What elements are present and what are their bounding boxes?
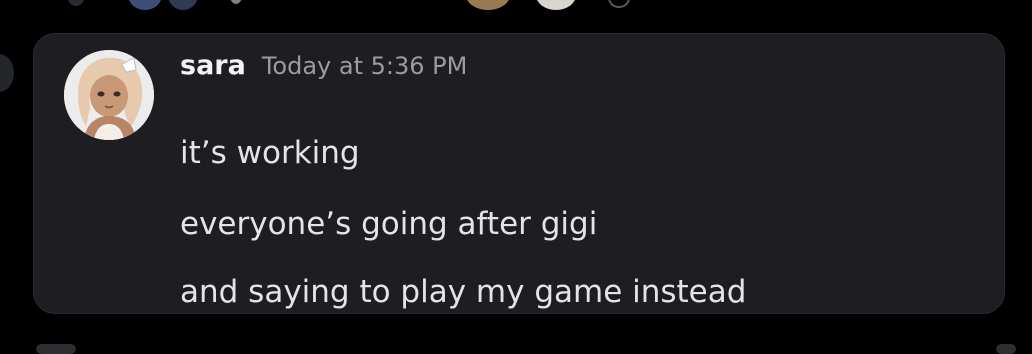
cropped-element — [36, 344, 76, 354]
message-line: it’s working — [180, 135, 360, 171]
message-timestamp: Today at 5:36 PM — [261, 52, 468, 80]
cropped-avatar-icon — [128, 0, 162, 10]
cropped-avatar-icon — [0, 54, 14, 92]
cropped-reactions-row — [0, 0, 1032, 20]
message-card[interactable]: sara Today at 5:36 PM it’s working everyo… — [33, 33, 1005, 314]
message-header: sara Today at 5:36 PM — [180, 50, 467, 81]
cropped-avatar-icon — [466, 0, 510, 10]
message-line: everyone’s going after gigi — [180, 206, 598, 242]
author-name[interactable]: sara — [180, 50, 246, 81]
avatar-portrait-icon — [64, 50, 154, 140]
cropped-icon — [230, 0, 242, 4]
cropped-icon — [68, 0, 84, 6]
message-line: and saying to play my game instead — [180, 274, 747, 310]
cropped-avatar-icon — [536, 0, 576, 10]
cropped-avatar-icon — [168, 0, 198, 10]
cropped-icon — [608, 0, 630, 8]
avatar[interactable] — [64, 50, 154, 140]
cropped-element — [996, 344, 1016, 354]
